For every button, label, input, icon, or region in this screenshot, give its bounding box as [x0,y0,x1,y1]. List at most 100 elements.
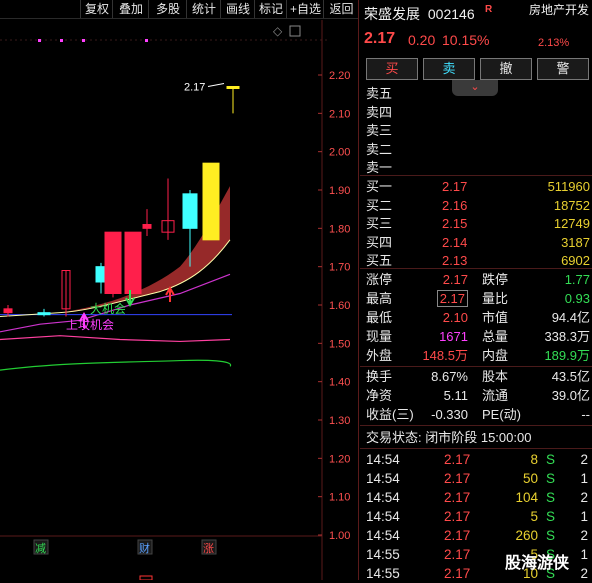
cancel-order-button[interactable]: 撤 [480,58,532,80]
stat-value: 0.93 [564,291,590,306]
divider [360,175,592,176]
tick-price: 2.17 [444,509,471,524]
tick-side: S [546,452,556,467]
tick-time: 14:55 [366,547,400,562]
bid-row[interactable]: 买三 2.15 12749 [364,214,590,233]
stock-code: 002146 [427,6,475,22]
bid-label: 买四 [366,234,393,250]
bid-volume: 511960 [547,179,590,194]
tick-count: 1 [580,509,588,524]
tick-volume: 50 [522,471,538,486]
tick-row: 14:54 2.17 260 S 2 [364,526,590,545]
tick-time: 14:55 [366,566,400,581]
price-tick-label: 1.30 [329,415,350,427]
divider [360,268,592,269]
ask-label: 卖四 [366,104,393,120]
ask-label: 卖五 [366,86,393,101]
tick-volume: 5 [530,509,538,524]
toolbar-button-4[interactable]: 画线 [220,0,255,18]
stat-label: 最低 [366,310,393,325]
candle-body [226,86,240,89]
bid-label: 买二 [366,197,393,213]
toolbar-button-2[interactable]: 多股 [148,0,187,18]
toolbar-button-1[interactable]: 叠加 [112,0,149,18]
stat-label: 量比 [482,291,509,306]
candle-body [104,231,122,295]
sector-name[interactable]: 房地产开发 [528,2,590,19]
bid-price: 2.16 [442,197,468,213]
tick-time: 14:54 [366,528,400,543]
price-tick-label: 1.10 [329,492,350,504]
toolbar-button-5[interactable]: 标记 [254,0,287,18]
divider [360,425,592,426]
stat-value: 94.4亿 [551,310,590,325]
stat-label: 最高 [366,291,393,306]
bid-price: 2.15 [442,216,468,231]
stat-row: 最高 2.17 量比 0.93 [364,289,590,308]
diamond-icon[interactable]: ◇ [273,24,283,38]
fund-value: 43.5亿 [551,369,590,384]
tick-price: 2.17 [444,490,471,505]
last-price-leader [207,83,225,87]
event-tag-label: 财 [139,541,150,555]
bid-row[interactable]: 买二 2.16 18752 [364,196,590,215]
ask-row[interactable]: 卖二 [364,140,590,159]
stat-label: 涨停 [366,272,393,287]
tick-time: 14:54 [366,452,400,467]
bid-row[interactable]: 买一 2.17 511960 [364,177,590,196]
fund-label: 净资 [366,388,393,403]
alert-button[interactable]: 警 [537,58,589,80]
kline-chart[interactable]: 2.20 2.10 2.00 1.90 1.80 1.70 1.60 1.50 1.40 1.30… [0,20,358,580]
ask-row[interactable]: 卖五 [364,84,590,103]
toolbar-button-3[interactable]: 统计 [186,0,221,18]
stat-label: 内盘 [482,348,509,363]
signal-dot [82,39,85,42]
scroll-marker[interactable] [139,575,153,580]
bid-price: 2.14 [442,234,468,250]
stat-value: 2.17 [442,272,468,287]
fund-value: 5.11 [443,388,468,403]
sell-button[interactable]: 卖 [423,58,475,80]
candle-body [3,308,13,314]
price-tick-label: 1.90 [329,185,350,197]
toolbar-button-6[interactable]: +自选 [286,0,324,18]
bid-volume: 12749 [553,216,590,231]
fund-value: -- [581,407,590,422]
tick-side: S [546,471,556,486]
tick-price: 2.17 [444,547,471,562]
expand-icon[interactable] [289,25,301,37]
ask-row[interactable]: 卖三 [364,121,590,140]
stat-label: 总量 [482,329,509,344]
stat-value: 189.9万 [544,348,590,363]
price-tick-label: 2.10 [329,108,350,120]
candle-body [37,312,51,316]
tick-volume: 104 [515,490,538,505]
tick-price: 2.17 [444,471,471,486]
ask-row[interactable]: 卖四 [364,103,590,122]
toolbar-button-0[interactable]: 复权 [80,0,113,18]
trade-status: 交易状态: 闭市阶段 15:00:00 [364,428,590,447]
stat-label: 外盘 [366,348,393,363]
chart-toolbar: 复权 叠加 多股 统计 画线 标记 +自选 返回 [0,0,358,19]
fund-label: PE(动) [482,407,522,422]
tick-row: 14:54 2.17 8 S 2 [364,450,590,469]
candle-body [202,162,220,241]
panel-divider [358,0,359,580]
price-tick-label: 1.20 [329,453,350,465]
fund-label: 收益(三) [366,407,414,422]
price-tick-label: 1.70 [329,262,350,274]
stock-title: 荣盛发展 002146 [364,4,475,24]
stat-value: 1671 [439,329,468,344]
toolbar-button-7[interactable]: 返回 [323,0,359,18]
buy-button[interactable]: 买 [366,58,418,80]
price-tick-label: 2.20 [329,70,350,82]
bid-row[interactable]: 买四 2.14 3187 [364,233,590,252]
stat-row: 现量 1671 总量 338.3万 [364,327,590,346]
tick-side: S [546,528,556,543]
fund-value: 8.67% [431,369,468,384]
fund-label: 换手 [366,369,393,384]
signal-dot [60,39,63,42]
price-tick-label: 1.60 [329,300,350,312]
price-tick-label: 1.80 [329,223,350,235]
stat-row: 最低 2.10 市值 94.4亿 [364,308,590,327]
